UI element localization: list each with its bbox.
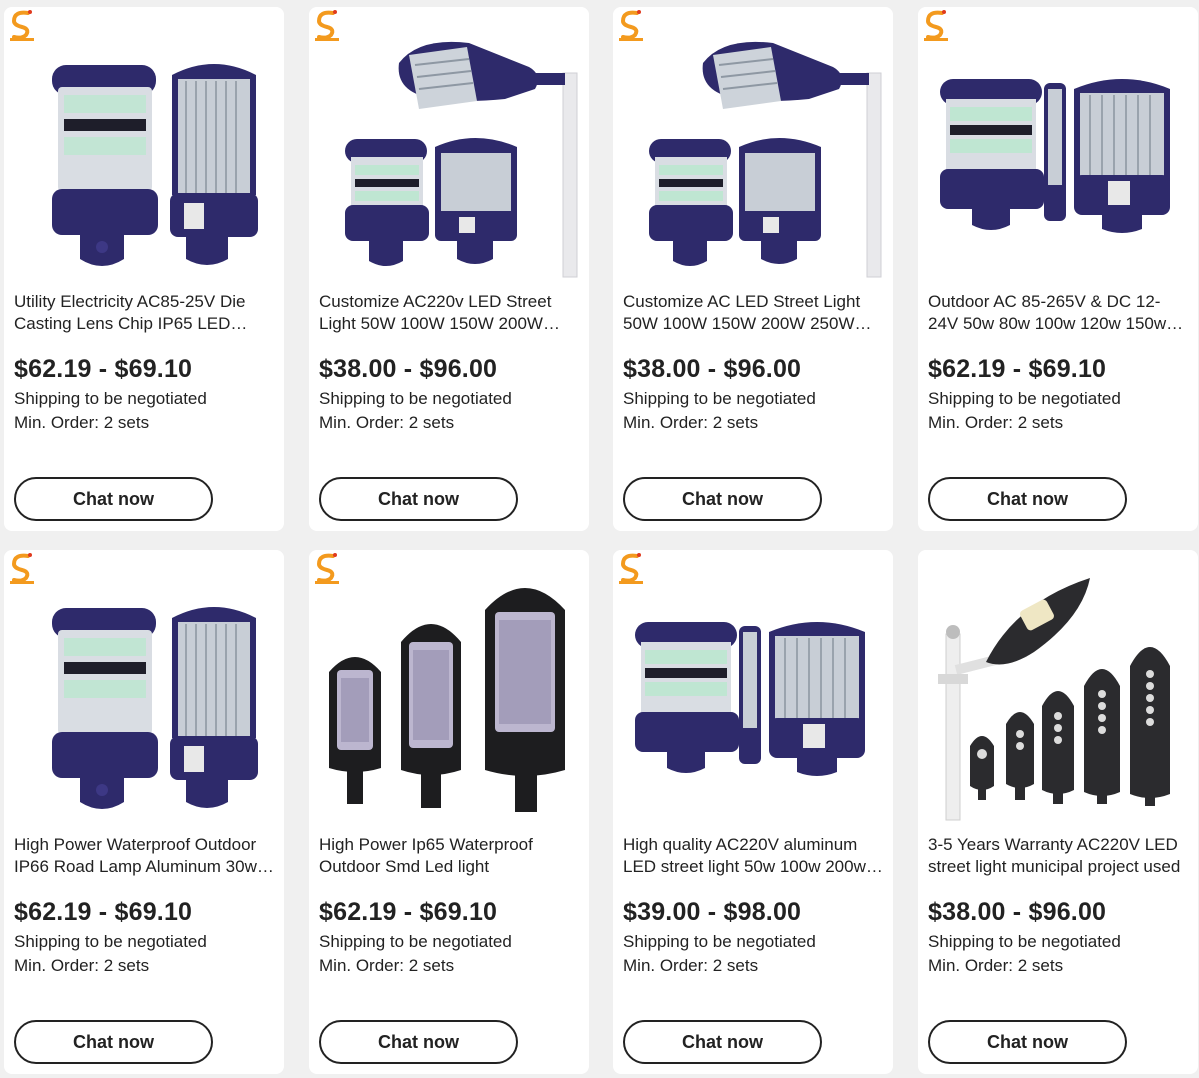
product-image[interactable] xyxy=(4,7,284,287)
cobra-head-cob-street-lights-image xyxy=(938,578,1170,821)
brand-logo-icon xyxy=(315,10,339,41)
product-price: $62.19 - $69.10 xyxy=(319,898,498,926)
product-card[interactable]: Outdoor AC 85-265V & DC 12-24V 50w 80w 1… xyxy=(918,7,1198,531)
product-title[interactable]: High quality AC220V aluminum LED street … xyxy=(623,834,885,878)
product-image[interactable] xyxy=(613,7,893,287)
product-title[interactable]: High Power Waterproof Outdoor IP66 Road … xyxy=(14,834,276,878)
shipping-info: Shipping to be negotiated xyxy=(319,389,512,408)
shipping-info: Shipping to be negotiated xyxy=(928,932,1121,951)
min-order: Min. Order: 2 sets xyxy=(319,413,455,432)
chat-now-button[interactable]: Chat now xyxy=(319,477,518,521)
product-card[interactable]: High Power Waterproof Outdoor IP66 Road … xyxy=(4,550,284,1074)
purple-street-light-pair-image xyxy=(52,607,258,809)
product-title[interactable]: 3-5 Years Warranty AC220V LED street lig… xyxy=(928,834,1190,878)
min-order: Min. Order: 2 sets xyxy=(319,956,455,975)
chat-now-button[interactable]: Chat now xyxy=(623,477,822,521)
product-card[interactable]: High quality AC220V aluminum LED street … xyxy=(613,550,893,1074)
chat-now-button[interactable]: Chat now xyxy=(623,1020,822,1064)
product-card[interactable]: Customize AC220v LED Street Light 50W 10… xyxy=(309,7,589,531)
product-card[interactable]: Utility Electricity AC85-25V Die Casting… xyxy=(4,7,284,531)
shipping-info: Shipping to be negotiated xyxy=(928,389,1121,408)
min-order: Min. Order: 2 sets xyxy=(14,413,150,432)
product-title[interactable]: Customize AC220v LED Street Light 50W 10… xyxy=(319,291,581,335)
product-title[interactable]: Customize AC LED Street Light 50W 100W 1… xyxy=(623,291,885,335)
brand-logo-icon xyxy=(619,10,643,41)
product-price: $62.19 - $69.10 xyxy=(928,355,1107,383)
min-order: Min. Order: 2 sets xyxy=(623,956,759,975)
product-image[interactable] xyxy=(309,7,589,287)
shipping-info: Shipping to be negotiated xyxy=(623,932,816,951)
purple-street-light-three-views-image xyxy=(635,622,865,776)
purple-street-light-three-views-image xyxy=(940,79,1170,233)
product-image[interactable] xyxy=(4,550,284,830)
chat-now-button[interactable]: Chat now xyxy=(928,1020,1127,1064)
product-title[interactable]: Outdoor AC 85-265V & DC 12-24V 50w 80w 1… xyxy=(928,291,1190,335)
shipping-info: Shipping to be negotiated xyxy=(14,389,207,408)
product-card[interactable]: High Power Ip65 Waterproof Outdoor Smd L… xyxy=(309,550,589,1074)
chat-now-button[interactable]: Chat now xyxy=(928,477,1127,521)
purple-street-light-pole-image xyxy=(345,41,578,278)
chat-now-button[interactable]: Chat now xyxy=(319,1020,518,1064)
min-order: Min. Order: 2 sets xyxy=(928,413,1064,432)
brand-logo-icon xyxy=(315,553,339,584)
product-card[interactable]: 3-5 Years Warranty AC220V LED street lig… xyxy=(918,550,1198,1074)
product-price: $38.00 - $96.00 xyxy=(623,355,802,383)
product-card[interactable]: Customize AC LED Street Light 50W 100W 1… xyxy=(613,7,893,531)
purple-street-light-pole-image xyxy=(649,41,882,278)
product-image[interactable] xyxy=(309,550,589,830)
product-price: $38.00 - $96.00 xyxy=(319,355,498,383)
product-grid: Utility Electricity AC85-25V Die Casting… xyxy=(0,0,1199,1078)
brand-logo-icon xyxy=(10,10,34,41)
brand-logo-icon xyxy=(619,553,643,584)
product-price: $38.00 - $96.00 xyxy=(928,898,1107,926)
min-order: Min. Order: 2 sets xyxy=(623,413,759,432)
shipping-info: Shipping to be negotiated xyxy=(623,389,816,408)
product-price: $62.19 - $69.10 xyxy=(14,898,193,926)
product-image[interactable] xyxy=(918,550,1198,830)
min-order: Min. Order: 2 sets xyxy=(14,956,150,975)
min-order: Min. Order: 2 sets xyxy=(928,956,1064,975)
chat-now-button[interactable]: Chat now xyxy=(14,1020,213,1064)
shipping-info: Shipping to be negotiated xyxy=(14,932,207,951)
purple-street-light-pair-image xyxy=(52,64,258,266)
shipping-info: Shipping to be negotiated xyxy=(319,932,512,951)
brand-logo-icon xyxy=(924,10,948,41)
chat-now-button[interactable]: Chat now xyxy=(14,477,213,521)
black-smd-street-lights-image xyxy=(329,588,565,812)
product-price: $39.00 - $98.00 xyxy=(623,898,802,926)
product-image[interactable] xyxy=(613,550,893,830)
product-title[interactable]: Utility Electricity AC85-25V Die Casting… xyxy=(14,291,276,335)
product-title[interactable]: High Power Ip65 Waterproof Outdoor Smd L… xyxy=(319,834,581,878)
product-image[interactable] xyxy=(918,7,1198,287)
brand-logo-icon xyxy=(10,553,34,584)
product-price: $62.19 - $69.10 xyxy=(14,355,193,383)
